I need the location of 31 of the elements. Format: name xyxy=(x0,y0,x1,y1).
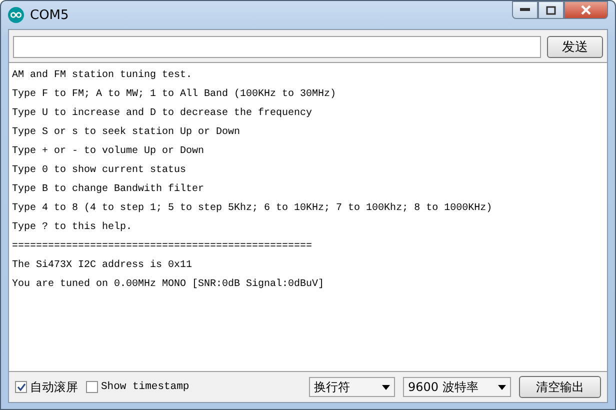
output-line: The Si473X I2C address is 0x11 xyxy=(12,258,194,273)
checkbox-label: Show timestamp xyxy=(101,381,190,393)
close-button[interactable] xyxy=(564,1,608,19)
window-title: COM5 xyxy=(30,8,69,22)
output-line: Type ? to this help. xyxy=(12,220,134,235)
app-logo-icon xyxy=(8,7,24,23)
maximize-icon xyxy=(546,6,556,14)
send-button[interactable]: 发送 xyxy=(547,36,603,58)
checkbox[interactable] xyxy=(15,381,27,393)
baud-rate-dropdown[interactable]: 9600 波特率 xyxy=(403,377,511,397)
output-line: You are tuned on 0.00MHz MONO [SNR:0dB Signal:0dBuV] xyxy=(12,278,326,292)
line-ending-dropdown[interactable]: 换行符 xyxy=(309,377,395,397)
dropdown-arrow-icon xyxy=(498,384,506,390)
output-line: Type S or s to seek station Up or Down xyxy=(12,126,242,140)
output-line: Type U to increase and D to decrease the frequency xyxy=(12,106,314,121)
output-line: Type 0 to show current status xyxy=(12,164,188,178)
minimize-button[interactable] xyxy=(512,1,538,19)
checkbox[interactable] xyxy=(86,381,98,393)
output-line: Type B to change Bandwith filter xyxy=(12,182,206,197)
maximize-button[interactable] xyxy=(538,1,564,19)
output-line: AM and FM station tuning test. xyxy=(12,68,194,83)
dropdown-arrow-icon xyxy=(382,384,390,390)
output-line: Type 4 to 8 (4 to step 1; 5 to step 5Khz; 6 to 10KHz; 7 to 100Khz; 8 to 1000KHz) xyxy=(12,202,494,216)
minimize-icon xyxy=(520,8,530,12)
message-input-field[interactable] xyxy=(13,36,541,58)
close-icon xyxy=(580,5,592,15)
output-line: Type F to FM; A to MW; 1 to All Band (100KHz to 30MHz) xyxy=(12,88,338,102)
clear-output-button[interactable]: 清空输出 xyxy=(519,376,601,398)
output-line: ================================================== xyxy=(12,240,314,254)
output-line: Type + or - to volume Up or Down xyxy=(12,144,206,159)
checkbox-label: 自动滚屏 xyxy=(30,378,78,396)
